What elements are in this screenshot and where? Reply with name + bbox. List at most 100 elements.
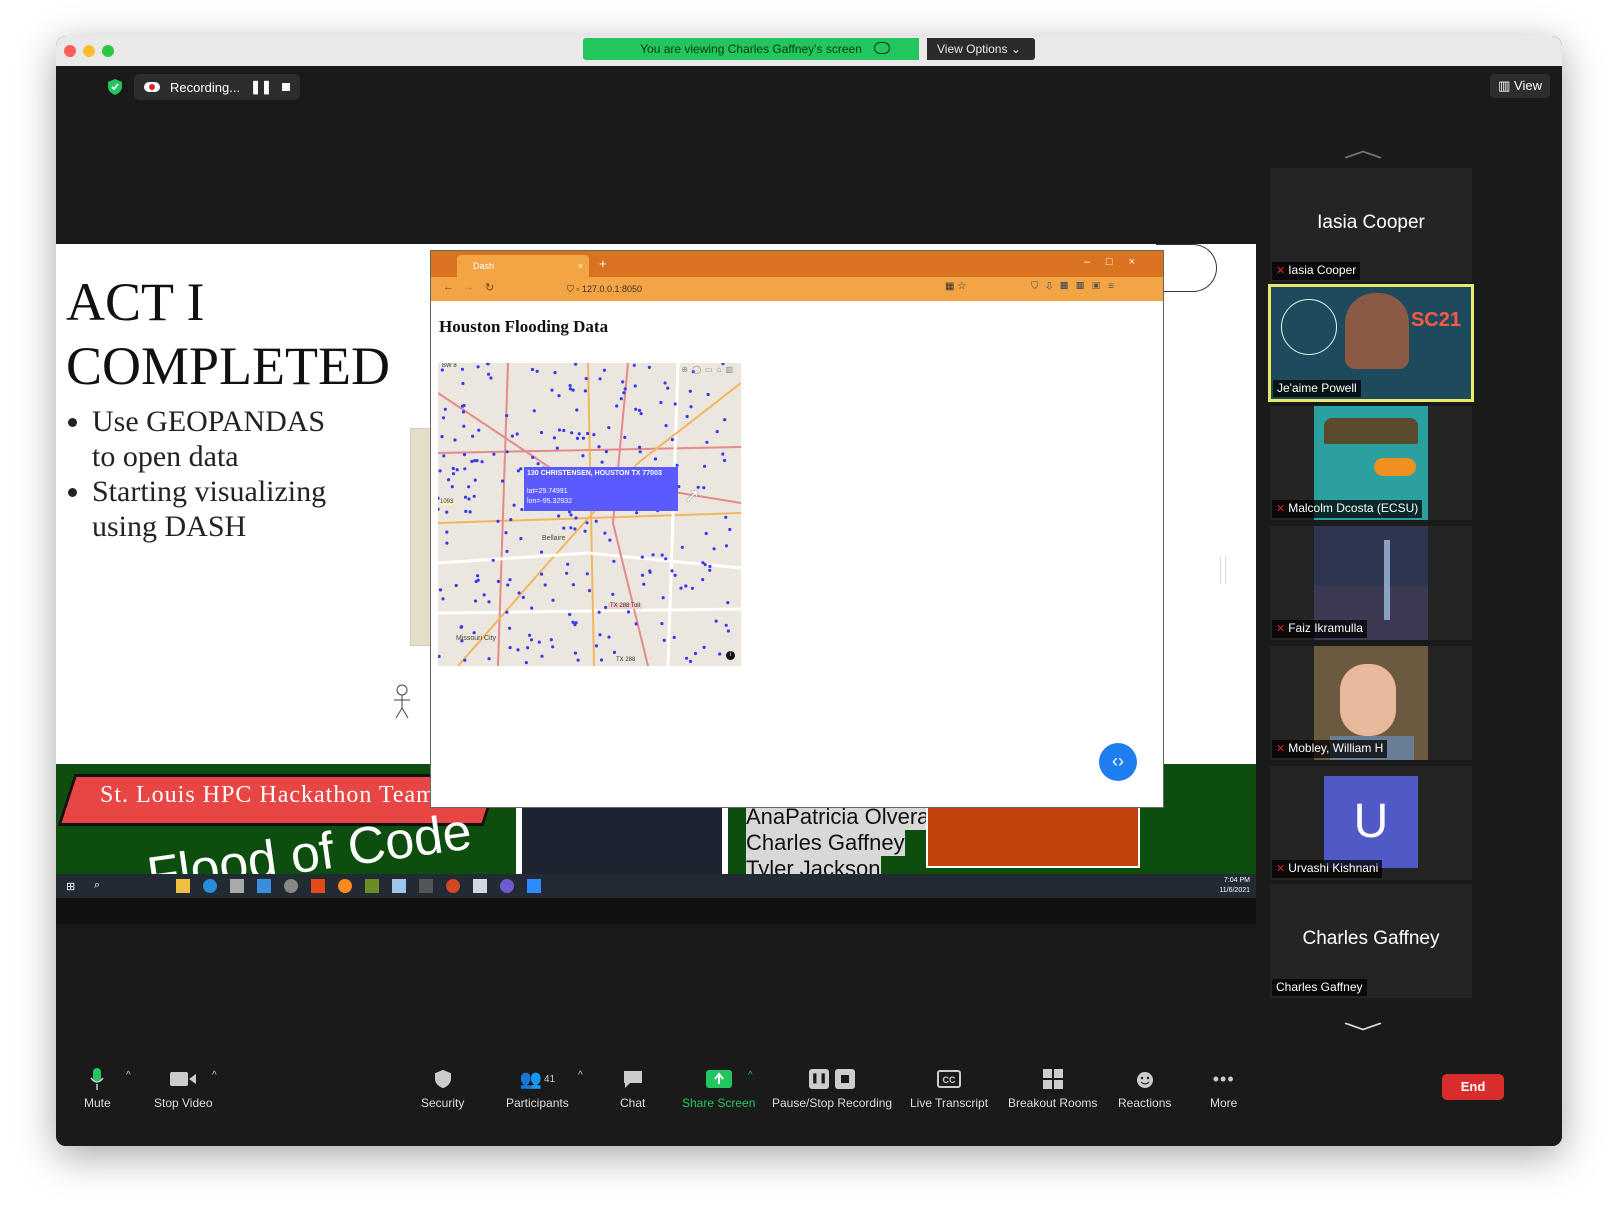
flood-point[interactable] xyxy=(632,363,636,367)
stop-video-button[interactable]: Stop Video xyxy=(154,1066,213,1110)
flood-point[interactable] xyxy=(660,553,664,557)
flood-point[interactable] xyxy=(477,428,481,432)
flood-point[interactable] xyxy=(453,438,457,442)
flood-point[interactable] xyxy=(612,650,617,654)
flood-point[interactable] xyxy=(460,404,465,408)
flood-point[interactable] xyxy=(693,651,698,656)
flood-point[interactable] xyxy=(705,440,709,444)
flood-point[interactable] xyxy=(476,578,480,582)
flood-point[interactable] xyxy=(597,445,601,449)
flood-point[interactable] xyxy=(597,610,601,614)
share-screen-button[interactable]: Share Screen xyxy=(682,1066,755,1110)
flood-point[interactable] xyxy=(626,610,631,614)
participants-options-caret[interactable]: ^ xyxy=(578,1070,583,1081)
flood-point[interactable] xyxy=(464,509,468,513)
flood-point[interactable] xyxy=(594,519,598,523)
reactions-button[interactable]: Reactions xyxy=(1118,1066,1171,1110)
flood-point[interactable] xyxy=(585,572,589,576)
flood-point[interactable] xyxy=(701,578,705,582)
flood-point[interactable] xyxy=(451,472,456,476)
flood-point[interactable] xyxy=(718,652,722,656)
flood-point[interactable] xyxy=(621,380,625,384)
view-button[interactable]: ▥ View xyxy=(1490,74,1550,98)
flood-point[interactable] xyxy=(470,459,474,463)
flood-point[interactable] xyxy=(704,531,708,536)
flood-point[interactable] xyxy=(557,514,561,518)
flood-point[interactable] xyxy=(441,416,446,420)
flood-point[interactable] xyxy=(482,593,486,597)
flood-point[interactable] xyxy=(702,486,706,490)
flood-point[interactable] xyxy=(577,432,581,436)
share-options-caret[interactable]: ^ xyxy=(748,1070,753,1081)
flood-point[interactable] xyxy=(568,387,572,391)
flood-point[interactable] xyxy=(524,661,528,665)
flood-point[interactable] xyxy=(505,610,509,614)
flood-point[interactable] xyxy=(638,450,642,454)
flood-point[interactable] xyxy=(472,494,476,498)
flood-point[interactable] xyxy=(566,562,570,566)
flood-point[interactable] xyxy=(531,455,535,459)
flood-point[interactable] xyxy=(615,404,619,408)
flood-point[interactable] xyxy=(451,466,455,471)
flood-point[interactable] xyxy=(550,388,554,392)
flood-point[interactable] xyxy=(505,414,509,418)
flood-point[interactable] xyxy=(442,454,446,458)
flood-point[interactable] xyxy=(688,659,693,663)
flood-point[interactable] xyxy=(557,428,562,432)
dash-debug-button[interactable]: ‹› xyxy=(1099,743,1137,781)
windows-start-icon[interactable]: ⊞ xyxy=(66,880,75,893)
flood-point[interactable] xyxy=(574,621,578,625)
flood-point[interactable] xyxy=(607,426,611,430)
flood-point[interactable] xyxy=(519,467,523,471)
flood-point[interactable] xyxy=(714,619,718,623)
flood-point[interactable] xyxy=(689,405,693,409)
flood-point[interactable] xyxy=(460,367,465,371)
flood-point[interactable] xyxy=(680,545,684,549)
new-tab-icon[interactable]: + xyxy=(599,256,607,271)
flood-point[interactable] xyxy=(594,644,598,648)
flood-point[interactable] xyxy=(535,369,539,373)
flood-point[interactable] xyxy=(491,558,495,562)
flood-point[interactable] xyxy=(475,459,479,463)
flood-point[interactable] xyxy=(604,450,608,454)
flood-point[interactable] xyxy=(447,478,451,482)
chat-button[interactable]: Chat xyxy=(620,1066,645,1110)
flood-point[interactable] xyxy=(685,656,689,660)
flood-point[interactable] xyxy=(659,400,663,405)
flood-point[interactable] xyxy=(562,428,566,433)
flood-point[interactable] xyxy=(487,600,491,604)
flood-point[interactable] xyxy=(487,657,491,661)
participant-tile[interactable]: ✕ Mobley, William H xyxy=(1270,646,1472,760)
flood-point[interactable] xyxy=(540,654,544,658)
flood-point[interactable] xyxy=(450,485,454,489)
flood-point[interactable] xyxy=(660,622,664,626)
flood-point[interactable] xyxy=(603,531,607,535)
flood-point[interactable] xyxy=(486,363,490,366)
flood-point[interactable] xyxy=(463,467,467,471)
flood-point[interactable] xyxy=(496,519,500,523)
flood-point[interactable] xyxy=(708,568,712,572)
flood-point[interactable] xyxy=(723,458,727,463)
flood-point[interactable] xyxy=(553,371,557,375)
flood-point[interactable] xyxy=(526,646,530,650)
flood-point[interactable] xyxy=(607,635,611,639)
flood-point[interactable] xyxy=(571,583,575,587)
flood-point[interactable] xyxy=(569,526,573,530)
flood-point[interactable] xyxy=(633,384,637,388)
flood-point[interactable] xyxy=(504,531,508,535)
flood-point[interactable] xyxy=(598,377,602,381)
shield-check-icon[interactable] xyxy=(102,74,128,100)
flood-point[interactable] xyxy=(438,507,440,511)
flood-point[interactable] xyxy=(673,573,677,577)
flood-point[interactable] xyxy=(539,430,544,435)
flood-point[interactable] xyxy=(568,612,572,617)
flood-point[interactable] xyxy=(461,381,465,386)
video-options-caret[interactable]: ^ xyxy=(212,1070,217,1081)
flood-point[interactable] xyxy=(471,434,475,438)
flood-point[interactable] xyxy=(684,584,688,588)
flood-point[interactable] xyxy=(473,478,477,482)
flood-point[interactable] xyxy=(440,435,444,439)
stop-recording-icon[interactable] xyxy=(281,83,290,91)
flood-point[interactable] xyxy=(562,526,566,530)
flood-point[interactable] xyxy=(438,654,441,659)
